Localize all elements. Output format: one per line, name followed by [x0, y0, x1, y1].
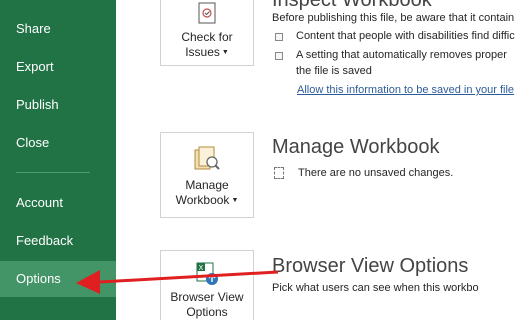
backstage-content: Check for Issues ▼ Inspect Workbook Befor…	[116, 0, 530, 320]
check-for-issues-label-line1: Check for	[181, 30, 233, 44]
browser-view-options-button[interactable]: X Browser View Options	[160, 250, 254, 320]
browser-view-options-title: Browser View Options	[272, 255, 469, 277]
sidebar-divider	[16, 172, 90, 173]
chevron-down-icon: ▼	[231, 197, 239, 205]
manage-workbook-icon	[194, 146, 220, 170]
inspect-workbook-title: Inspect Workbook	[272, 0, 432, 11]
allow-info-saved-link[interactable]: Allow this information to be saved in yo…	[297, 84, 514, 96]
inspect-bullet-2-line2: the file is saved	[296, 65, 372, 77]
chevron-down-icon: ▼	[221, 49, 229, 57]
bullet-icon	[275, 52, 283, 60]
sidebar-item-account[interactable]: Account	[0, 185, 116, 221]
manage-workbook-label-line1: Manage	[185, 178, 229, 192]
check-for-issues-label-line2: Issues	[185, 45, 220, 59]
manage-workbook-label-line2: Workbook	[175, 193, 230, 207]
check-for-issues-button[interactable]: Check for Issues ▼	[160, 0, 254, 66]
browser-view-description: Pick what users can see when this workbo	[272, 282, 479, 294]
manage-workbook-title: Manage Workbook	[272, 136, 440, 158]
browser-view-label-line2: Options	[186, 305, 228, 319]
check-document-icon	[198, 2, 216, 24]
inspect-bullet-2-line1: A setting that automatically removes pro…	[296, 49, 507, 61]
sidebar-item-share[interactable]: Share	[0, 11, 116, 47]
sidebar-item-publish[interactable]: Publish	[0, 87, 116, 123]
sidebar-item-close[interactable]: Close	[0, 125, 116, 161]
inspect-bullet-1: Content that people with disabilities fi…	[296, 30, 515, 42]
manage-workbook-button[interactable]: Manage Workbook ▼	[160, 132, 254, 218]
browser-view-label-line1: Browser View	[170, 290, 244, 304]
inspect-intro-text: Before publishing this file, be aware th…	[272, 12, 515, 24]
backstage-sidebar: Share Export Publish Close Account Feedb…	[0, 0, 116, 320]
svg-text:X: X	[199, 264, 204, 272]
bullet-icon	[275, 33, 283, 41]
sidebar-item-export[interactable]: Export	[0, 49, 116, 85]
sidebar-item-feedback[interactable]: Feedback	[0, 223, 116, 259]
manage-status-text: There are no unsaved changes.	[298, 167, 454, 179]
browser-view-icon: X	[196, 262, 218, 285]
document-icon	[274, 167, 284, 179]
sidebar-item-options[interactable]: Options	[0, 261, 116, 297]
